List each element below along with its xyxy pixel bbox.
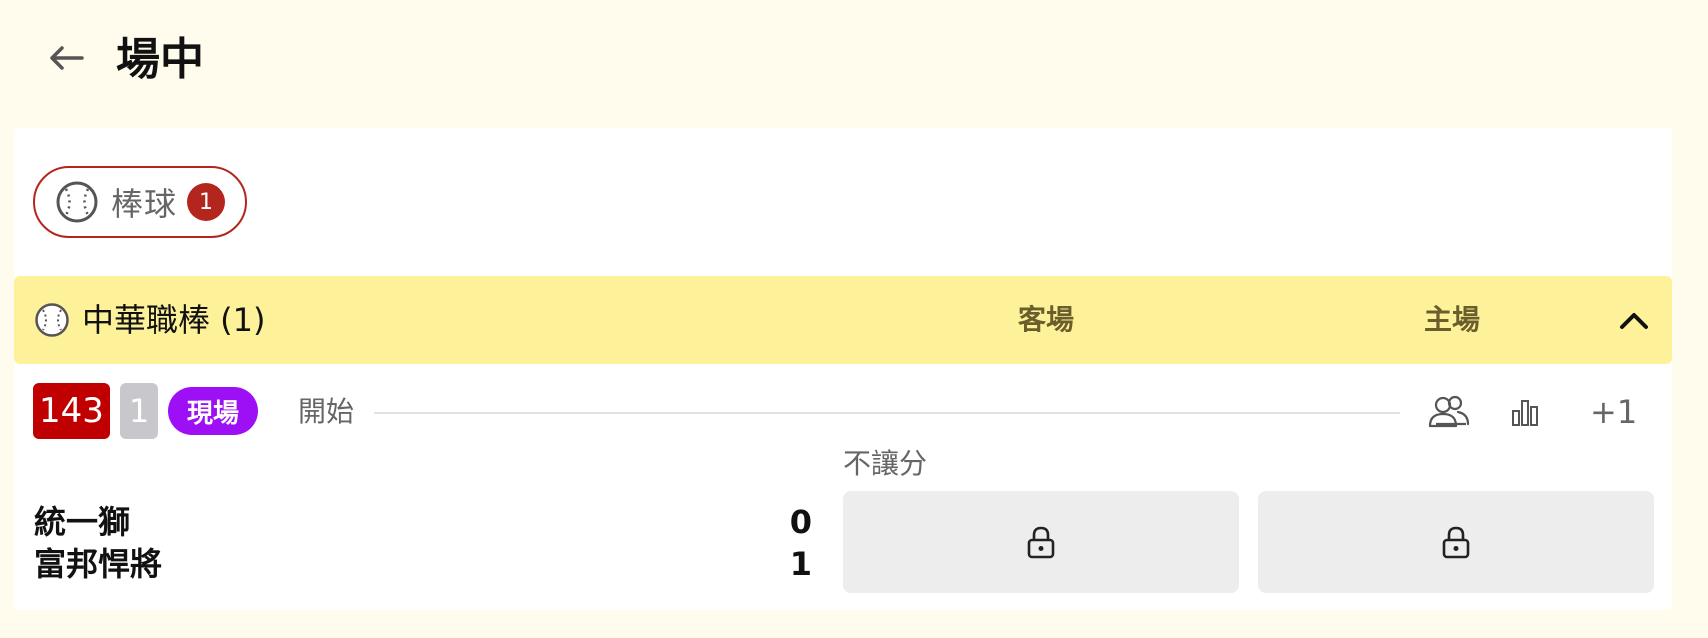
divider: [374, 412, 1400, 414]
chevron-up-icon: [1620, 313, 1648, 329]
match-badges: 143 1 現場: [33, 383, 258, 439]
page-title: 場中: [116, 34, 204, 85]
collapse-button[interactable]: [1614, 300, 1654, 340]
back-button[interactable]: [42, 40, 90, 76]
lineup-button[interactable]: [1426, 390, 1472, 434]
game-id-badge: 143: [33, 383, 110, 439]
sport-filter-count-badge: 1: [187, 183, 226, 221]
lock-icon: [1442, 526, 1470, 559]
league-name: 中華職棒 (1): [82, 301, 266, 339]
page-header: 場中: [0, 0, 1708, 120]
baseball-icon: [35, 303, 69, 337]
arrow-left-icon: [50, 46, 84, 70]
start-label: 開始: [298, 395, 355, 428]
more-markets-button[interactable]: +1: [1590, 392, 1637, 432]
sport-filter-label: 棒球: [111, 185, 178, 223]
away-column-label: 客場: [1018, 303, 1075, 336]
lock-icon: [1027, 526, 1055, 559]
odds-cell-away[interactable]: [843, 491, 1239, 593]
inning-badge: 1: [120, 383, 158, 439]
odds-cell-home[interactable]: [1258, 491, 1654, 593]
live-status-badge: 現場: [168, 387, 258, 435]
market-label: 不讓分: [843, 447, 928, 480]
away-team-name: 統一獅: [34, 503, 131, 541]
league-header[interactable]: 中華職棒 (1) 客場 主場: [14, 276, 1672, 364]
home-team-name: 富邦悍將: [34, 545, 163, 583]
away-team-score: 0: [789, 503, 812, 541]
sport-filter-chip[interactable]: 棒球 1: [33, 166, 247, 238]
home-column-label: 主場: [1424, 303, 1481, 336]
baseball-icon: [56, 181, 98, 223]
stats-bar-icon: [1512, 400, 1538, 426]
teams-icon: [1428, 395, 1470, 428]
home-team-score: 1: [789, 545, 812, 583]
stats-button[interactable]: [1508, 390, 1542, 434]
